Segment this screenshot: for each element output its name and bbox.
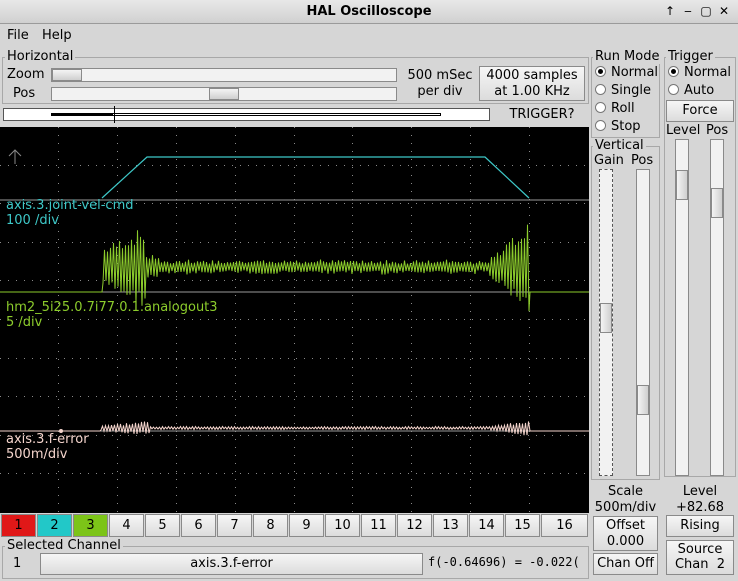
force-button[interactable]: Force <box>666 100 734 122</box>
channel-button-9[interactable]: 9 <box>289 514 324 537</box>
run-mode-roll[interactable]: Roll <box>595 101 635 116</box>
trigger-auto[interactable]: Auto <box>668 83 714 98</box>
channel-button-14[interactable]: 14 <box>469 514 504 537</box>
trace-3-scale: 500m/div <box>6 447 68 462</box>
selected-channel-number: 1 <box>13 556 22 571</box>
menu-help[interactable]: Help <box>42 28 72 43</box>
run-mode-single[interactable]: Single <box>595 83 651 98</box>
window-title: HAL Oscilloscope <box>306 4 432 19</box>
trace-2-scale: 5 /div <box>6 315 43 330</box>
zoom-slider[interactable] <box>51 68 397 82</box>
zoom-slider-handle[interactable] <box>52 69 82 81</box>
trace-1-scale: 100 /div <box>6 213 59 228</box>
channel-button-11[interactable]: 11 <box>361 514 396 537</box>
pos-slider-handle[interactable] <box>209 88 239 100</box>
channel-button-6[interactable]: 6 <box>181 514 216 537</box>
minimize-icon[interactable]: ‒ <box>680 3 696 19</box>
samples-button[interactable]: 4000 samples at 1.00 KHz <box>479 66 585 101</box>
trigger-marker <box>114 106 115 123</box>
trigger-pos-slider-handle[interactable] <box>711 188 723 218</box>
pos-slider[interactable] <box>51 87 397 101</box>
vertical-pos-slider-handle[interactable] <box>637 385 649 415</box>
gain-slider[interactable] <box>599 169 613 476</box>
trigger-normal[interactable]: Normal <box>668 65 731 80</box>
channel-button-16[interactable]: 16 <box>541 514 588 537</box>
channel-button-3[interactable]: 3 <box>73 514 108 537</box>
run-mode-label: Run Mode <box>593 49 662 64</box>
scope-plot <box>0 127 589 513</box>
cursor-readout: f(-0.64696) = -0.022( <box>428 555 580 569</box>
gain-slider-handle[interactable] <box>600 303 612 333</box>
trace-analogout3 <box>0 224 589 312</box>
vertical-pos-label: Pos <box>631 153 654 168</box>
record-position-bar[interactable] <box>3 106 490 123</box>
channel-button-8[interactable]: 8 <box>253 514 288 537</box>
trigger-arrow-icon <box>8 149 22 164</box>
edge-button[interactable]: Rising <box>666 515 734 537</box>
trigger-level-slider[interactable] <box>675 139 689 476</box>
trigger-level-label: Level <box>666 123 701 138</box>
channel-button-15[interactable]: 15 <box>505 514 540 537</box>
menu-bar: File Help <box>0 24 738 48</box>
channel-button-5[interactable]: 5 <box>145 514 180 537</box>
channel-button-1[interactable]: 1 <box>1 514 36 537</box>
trigger-label: Trigger <box>666 49 715 64</box>
channel-button-4[interactable]: 4 <box>109 514 144 537</box>
trigger-pos-label: Pos <box>706 123 729 138</box>
selected-channel-name-button[interactable]: axis.3.f-error <box>40 553 423 575</box>
run-mode-normal[interactable]: Normal <box>595 65 658 80</box>
maximize-icon[interactable]: ▢ <box>698 3 714 19</box>
scope-display[interactable]: axis.3.joint-vel-cmd 100 /div hm2_5i25.0… <box>0 127 589 513</box>
source-button[interactable]: Source Chan 2 <box>666 540 734 575</box>
trace-2-name: hm2_5i25.0.7i77.0.1.analogout3 <box>6 300 218 315</box>
gain-label: Gain <box>594 153 624 168</box>
offset-button[interactable]: Offset 0.000 <box>593 516 658 551</box>
selected-channel-label: Selected Channel <box>5 538 123 553</box>
close-icon[interactable]: ✕ <box>716 3 732 19</box>
trace-3-name: axis.3.f-error <box>6 432 89 447</box>
trigger-status: TRIGGER? <box>509 107 575 122</box>
chan-off-button[interactable]: Chan Off <box>593 553 658 575</box>
zoom-label: Zoom <box>7 67 45 82</box>
trigger-level-slider-handle[interactable] <box>676 170 688 200</box>
horizontal-label: Horizontal <box>5 49 76 64</box>
title-bar[interactable]: HAL Oscilloscope ↑ ‒ ▢ ✕ <box>0 0 738 24</box>
pos-label: Pos <box>13 86 36 101</box>
scale-readout: Scale 500m/div <box>594 484 657 515</box>
trigger-pos-slider[interactable] <box>710 139 724 476</box>
channel-button-7[interactable]: 7 <box>217 514 252 537</box>
run-mode-stop[interactable]: Stop <box>595 119 641 134</box>
trigger-level-readout: Level +82.68 <box>675 484 725 515</box>
scope-grid <box>0 127 589 513</box>
channel-button-2[interactable]: 2 <box>37 514 72 537</box>
rate-readout: 500 mSec per div <box>407 68 473 99</box>
trace-1-name: axis.3.joint-vel-cmd <box>6 198 134 213</box>
channel-button-13[interactable]: 13 <box>433 514 468 537</box>
vertical-label: Vertical <box>593 138 646 153</box>
shade-icon[interactable]: ↑ <box>662 3 678 19</box>
channel-button-10[interactable]: 10 <box>325 514 360 537</box>
vertical-pos-slider[interactable] <box>636 169 650 476</box>
menu-file[interactable]: File <box>7 28 29 43</box>
channel-button-12[interactable]: 12 <box>397 514 432 537</box>
trace-joint-vel-cmd <box>101 156 530 199</box>
